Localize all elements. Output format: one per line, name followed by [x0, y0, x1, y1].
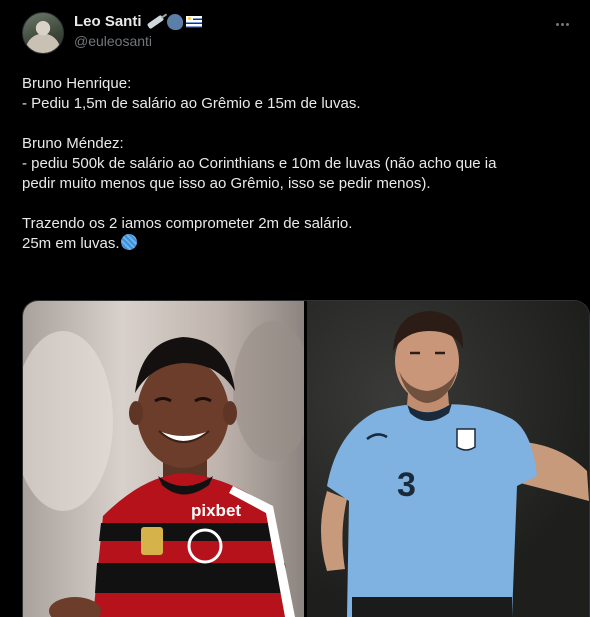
text-line: Bruno Méndez:: [22, 135, 124, 152]
jersey-number: 3: [397, 466, 416, 504]
text-line: - pediu 500k de salário ao Corinthians e…: [22, 155, 497, 172]
avatar[interactable]: [22, 12, 64, 54]
text-line-content: 25m em luvas.: [22, 235, 120, 252]
author-name-row[interactable]: Leo Santi: [74, 13, 202, 30]
text-line: Bruno Henrique:: [22, 75, 132, 92]
text-line: 25m em luvas.: [22, 234, 574, 254]
paragraph-bruno-mendez: Bruno Méndez: - pediu 500k de salário ao…: [22, 134, 574, 194]
text-line: - Pediu 1,5m de salário ao Grêmio e 15m …: [22, 95, 361, 112]
more-options-icon[interactable]: [552, 14, 572, 34]
text-line: pedir muito menos que isso ao Grêmio, is…: [22, 175, 431, 192]
tweet-header: Leo Santi @euleosanti: [22, 12, 572, 56]
author-display-name[interactable]: Leo Santi: [74, 13, 142, 30]
jersey-sponsor-text: pixbet: [191, 501, 241, 520]
tweet-media[interactable]: pixbet 3: [22, 300, 590, 617]
author-names: Leo Santi @euleosanti: [74, 13, 202, 49]
photo-illustration-left: pixbet: [23, 321, 304, 617]
photo-bruno-mendez[interactable]: 3: [307, 301, 589, 617]
text-line: Trazendo os 2 iamos comprometer 2m de sa…: [22, 215, 353, 232]
uruguay-flag-icon: [185, 15, 202, 28]
photo-illustration-right: 3: [321, 311, 589, 617]
name-emojis: [146, 13, 202, 30]
syringe-icon: [146, 14, 164, 29]
tweet-text: Bruno Henrique: - Pediu 1,5m de salário …: [22, 74, 574, 274]
photo-bruno-henrique[interactable]: pixbet: [23, 301, 304, 617]
speaking-head-icon: [166, 13, 183, 30]
paragraph-summary: Trazendo os 2 iamos comprometer 2m de sa…: [22, 214, 574, 254]
author-handle[interactable]: @euleosanti: [74, 33, 202, 49]
yarn-icon: [120, 234, 137, 250]
paragraph-bruno-henrique: Bruno Henrique: - Pediu 1,5m de salário …: [22, 74, 574, 114]
